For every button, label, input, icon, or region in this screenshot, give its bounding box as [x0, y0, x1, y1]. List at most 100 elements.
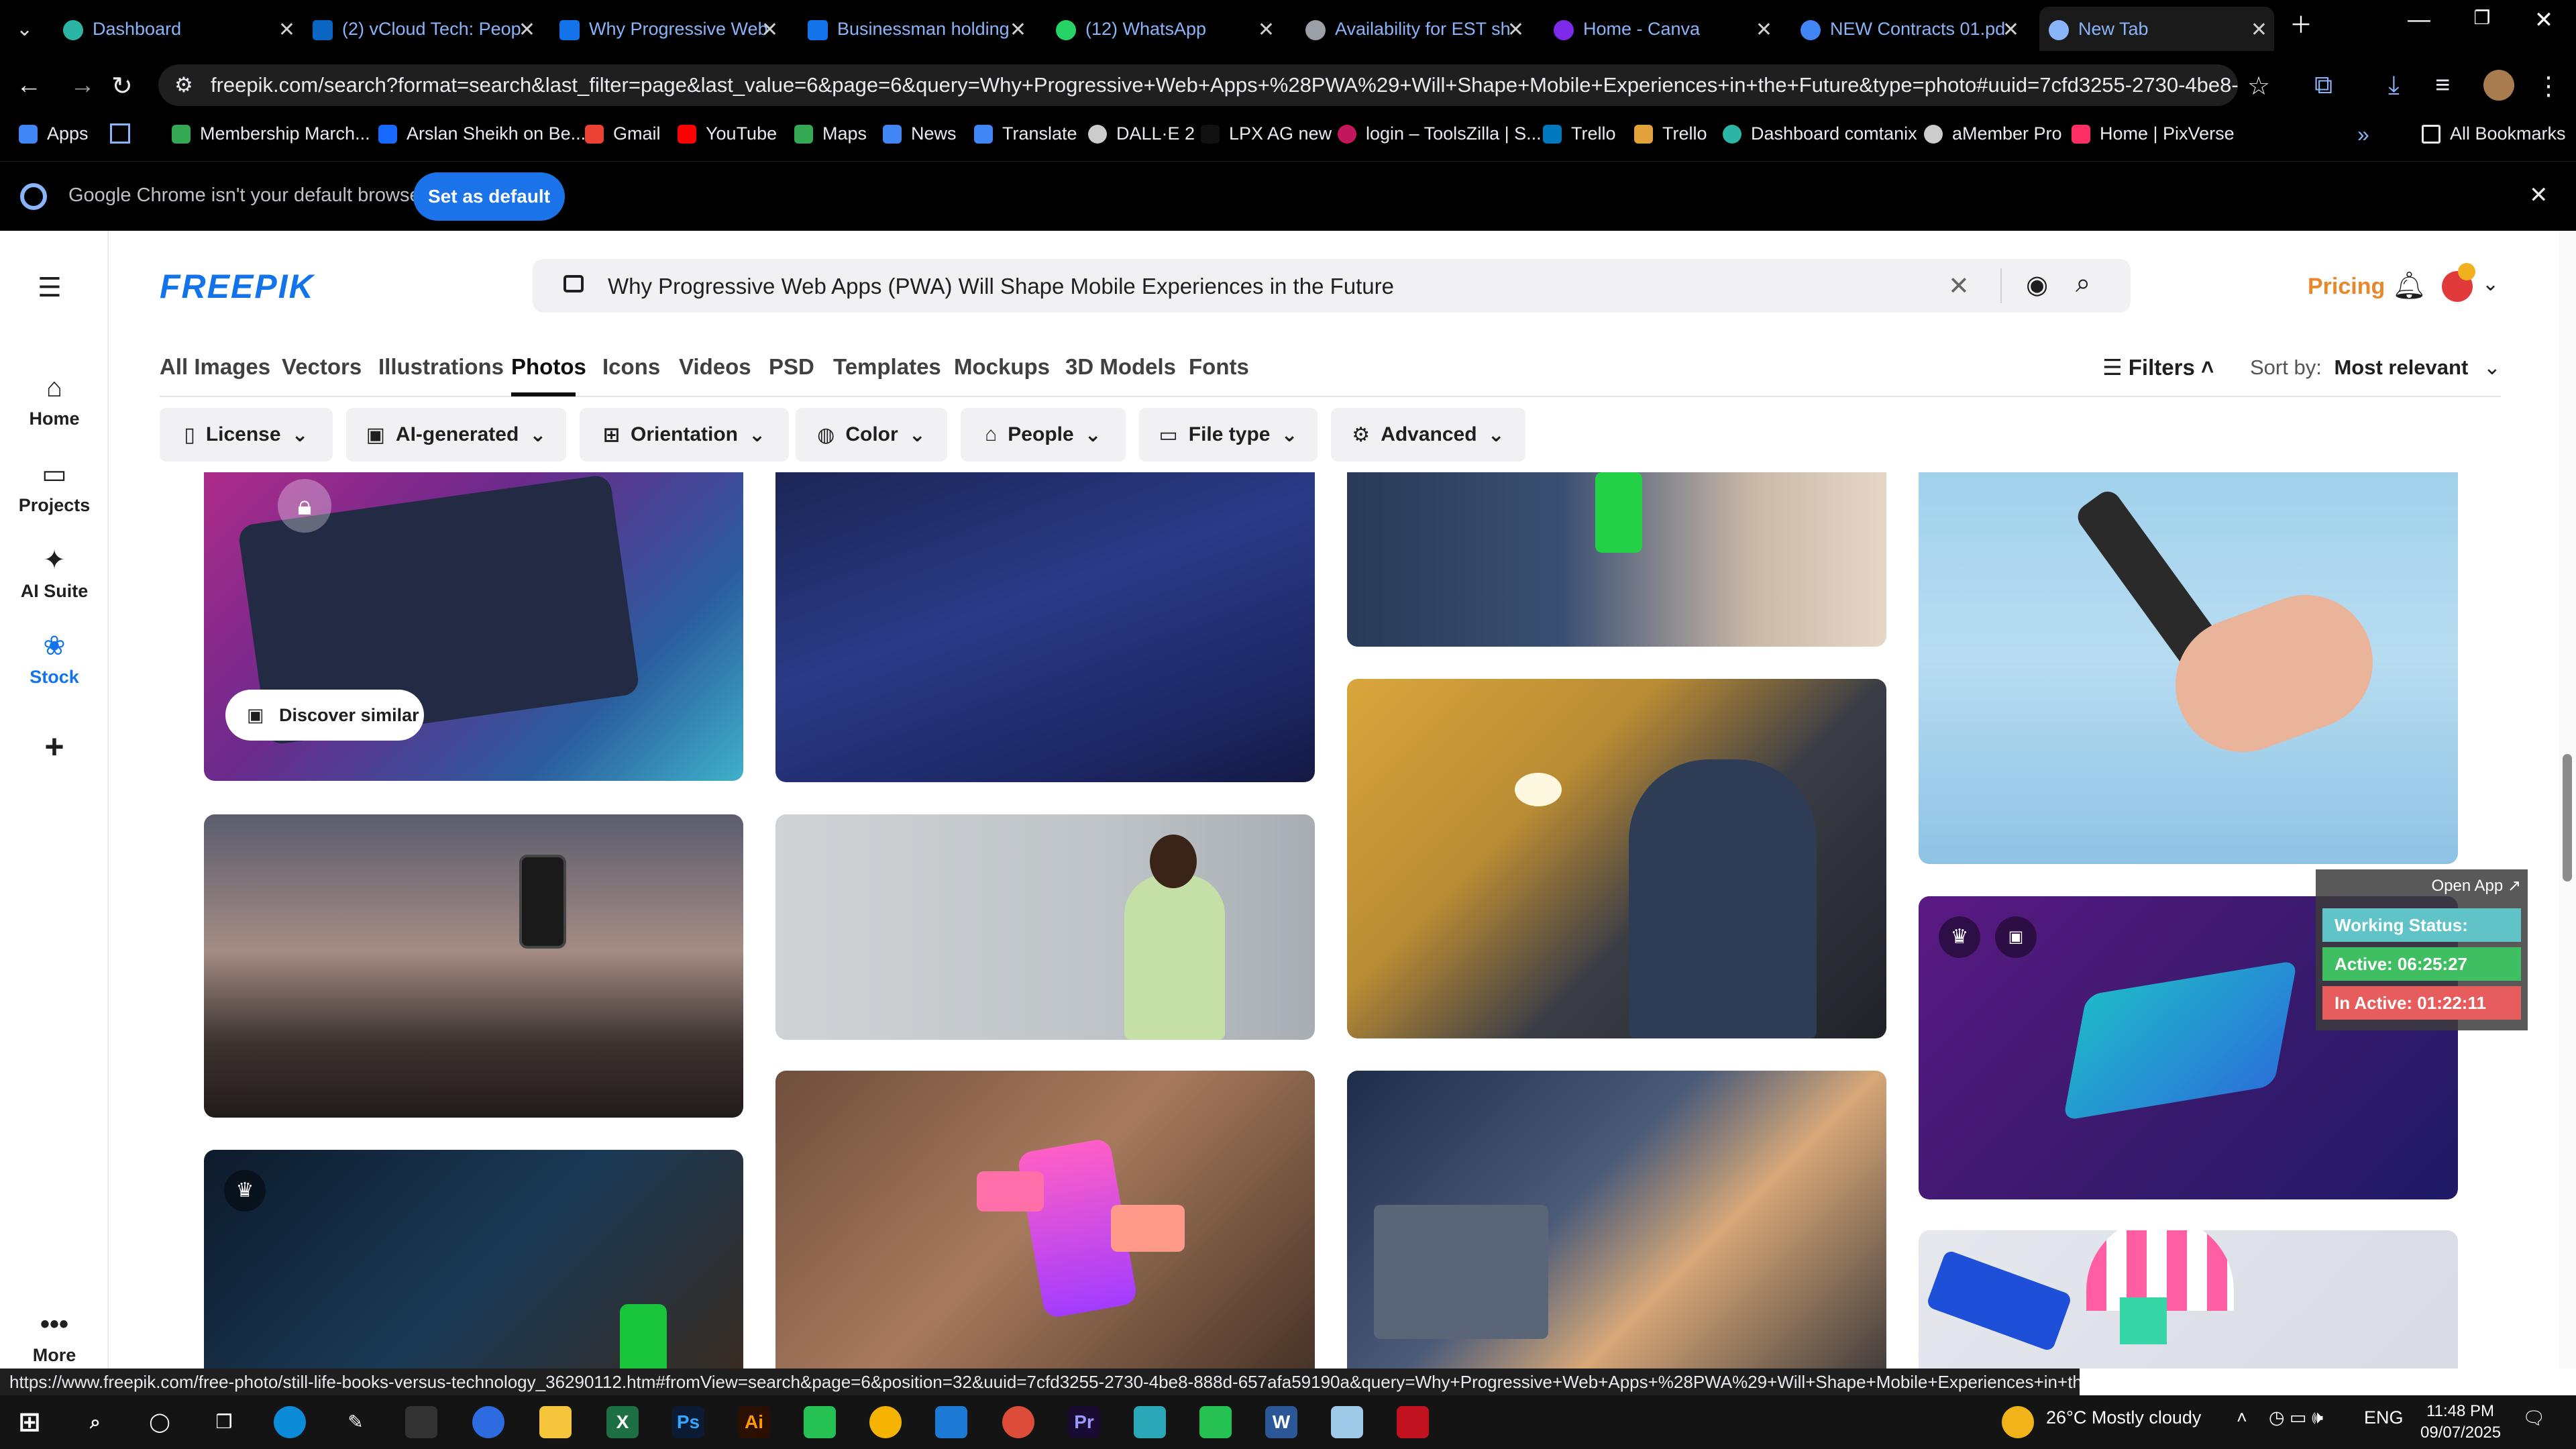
file-explorer-icon[interactable] — [539, 1406, 572, 1438]
chrome-active-icon[interactable] — [1002, 1406, 1034, 1438]
discover-similar-button[interactable]: ▣ Discover similar — [225, 690, 424, 741]
close-tab-icon[interactable]: ✕ — [1010, 18, 1026, 42]
rail-more[interactable]: ••• More — [0, 1309, 109, 1366]
vscode-icon[interactable] — [935, 1406, 967, 1438]
acrobat-icon[interactable] — [1397, 1406, 1429, 1438]
bookmark-item[interactable]: Translate — [974, 123, 1077, 144]
close-tab-icon[interactable]: ✕ — [278, 18, 295, 42]
profile-avatar[interactable] — [2483, 70, 2514, 101]
account-chevron-icon[interactable]: ⌄ — [2482, 272, 2499, 296]
filter-file-type[interactable]: ▭ File type ⌄ — [1139, 408, 1318, 462]
app-icon[interactable] — [1134, 1406, 1166, 1438]
task-view-icon[interactable]: ❒ — [208, 1406, 240, 1438]
freepik-logo[interactable]: FREEPIK — [160, 267, 315, 306]
tab-vectors[interactable]: Vectors — [282, 354, 362, 380]
grid-icon[interactable] — [110, 123, 130, 144]
tab-psd[interactable]: PSD — [769, 354, 814, 380]
notifications-bell-icon[interactable]: 🔔︎ — [2392, 270, 2426, 301]
close-tab-icon[interactable]: ✕ — [2251, 18, 2267, 42]
pricing-link[interactable]: Pricing — [2308, 274, 2385, 300]
result-image[interactable] — [1347, 1071, 1886, 1368]
app-icon[interactable] — [804, 1406, 836, 1438]
bookmark-item[interactable]: Gmail — [585, 123, 661, 144]
word-icon[interactable]: W — [1265, 1406, 1297, 1438]
close-tab-icon[interactable]: ✕ — [761, 18, 778, 42]
browser-tab[interactable]: Availability for EST sh ✕ — [1296, 7, 1531, 51]
all-bookmarks[interactable]: All Bookmarks — [2422, 123, 2566, 144]
bookmark-item[interactable]: login – ToolsZilla | S... — [1338, 123, 1542, 144]
weather-text[interactable]: 26°C Mostly cloudy — [2046, 1407, 2201, 1428]
extensions-icon[interactable]: ⧉ — [2314, 71, 2332, 100]
bookmark-item[interactable]: aMember Pro — [1924, 123, 2062, 144]
filter-license[interactable]: ▯ License ⌄ — [160, 408, 333, 462]
browser-tab-active[interactable]: New Tab ✕ — [2039, 7, 2274, 51]
edge-icon[interactable] — [274, 1406, 306, 1438]
tab-search-icon[interactable]: ⌄ — [16, 17, 33, 41]
open-app-link[interactable]: Open App ↗ — [2431, 876, 2521, 896]
clear-search-icon[interactable]: ✕ — [1948, 271, 1970, 301]
result-image[interactable] — [204, 814, 743, 1118]
result-image[interactable] — [775, 472, 1315, 782]
bookmark-item[interactable]: YouTube — [678, 123, 777, 144]
app-icon[interactable] — [472, 1406, 504, 1438]
bookmark-item[interactable]: Home | PixVerse — [2072, 123, 2235, 144]
chrome-icon[interactable] — [869, 1406, 902, 1438]
browser-tab[interactable]: Dashboard ✕ — [54, 7, 302, 51]
premiere-icon[interactable]: Pr — [1068, 1406, 1100, 1438]
bookmark-item[interactable]: Maps — [794, 123, 867, 144]
tab-photos[interactable]: Photos — [511, 354, 586, 380]
filter-ai-generated[interactable]: ▣ AI-generated ⌄ — [346, 408, 566, 462]
page-scrollbar[interactable] — [2559, 231, 2576, 1368]
result-image[interactable] — [1347, 472, 1886, 647]
more-bookmarks-icon[interactable]: » — [2357, 122, 2369, 147]
bookmark-item[interactable]: Membership March... — [172, 123, 370, 144]
photoshop-icon[interactable]: Ps — [672, 1406, 704, 1438]
media-icon[interactable]: ≡ — [2435, 71, 2450, 100]
bookmark-item[interactable]: LPX AG new — [1201, 123, 1332, 144]
weather-icon[interactable] — [2002, 1406, 2034, 1438]
browser-tab[interactable]: (2) vCloud Tech: Peop ✕ — [303, 7, 542, 51]
sort-dropdown[interactable]: Sort by: Most relevant ⌄ — [2250, 356, 2501, 380]
new-tab-button[interactable]: ＋ — [2274, 7, 2328, 40]
result-image[interactable]: ♛ — [204, 1150, 743, 1368]
tab-icons[interactable]: Icons — [602, 354, 660, 380]
close-tab-icon[interactable]: ✕ — [1258, 18, 1275, 42]
browser-tab[interactable]: Home - Canva ✕ — [1544, 7, 1779, 51]
tab-all-images[interactable]: All Images — [160, 354, 270, 380]
rail-ai-suite[interactable]: ✦ AI Suite — [0, 545, 109, 602]
close-window-button[interactable]: ✕ — [2517, 7, 2571, 34]
site-info-icon[interactable]: ⚙ — [174, 64, 193, 106]
bookmark-item[interactable]: Apps — [19, 123, 89, 144]
close-banner-icon[interactable]: ✕ — [2529, 182, 2548, 209]
tray-app-icons[interactable]: ◷ ▭ 🕪︎ — [2269, 1407, 2323, 1429]
filter-people[interactable]: ⌂ People ⌄ — [961, 408, 1126, 462]
close-tab-icon[interactable]: ✕ — [1756, 18, 1772, 42]
hamburger-menu-icon[interactable]: ☰ — [38, 272, 62, 303]
rail-stock[interactable]: ❀ Stock — [0, 631, 109, 688]
filter-color[interactable]: ◍ Color ⌄ — [796, 408, 947, 462]
browser-tab[interactable]: Why Progressive Web ✕ — [550, 7, 785, 51]
back-icon[interactable]: ← — [16, 71, 42, 100]
download-icon[interactable]: ⤓ — [2388, 71, 2400, 100]
search-bar[interactable]: Why Progressive Web Apps (PWA) Will Shap… — [533, 259, 2131, 313]
tab-illustrations[interactable]: Illustrations — [378, 354, 504, 380]
forward-icon[interactable]: → — [70, 71, 95, 100]
result-image[interactable] — [1919, 1230, 2458, 1368]
rail-add[interactable]: + — [0, 727, 109, 771]
reload-icon[interactable]: ↻ — [111, 71, 133, 101]
restore-button[interactable]: ❐ — [2455, 7, 2509, 29]
tab-videos[interactable]: Videos — [679, 354, 751, 380]
close-tab-icon[interactable]: ✕ — [2002, 18, 2019, 42]
result-image[interactable] — [1347, 679, 1886, 1038]
app-icon[interactable] — [1199, 1406, 1232, 1438]
set-default-button[interactable]: Set as default — [413, 172, 565, 221]
search-icon[interactable]: ⌕ — [2076, 268, 2090, 299]
tab-fonts[interactable]: Fonts — [1189, 354, 1249, 380]
camera-search-icon[interactable]: ◉ — [2026, 270, 2048, 300]
app-icon[interactable] — [1331, 1406, 1363, 1438]
tray-chevron-icon[interactable]: ˄ — [2237, 1407, 2247, 1428]
browser-tab[interactable]: (12) WhatsApp ✕ — [1046, 7, 1281, 51]
search-icon[interactable]: ⌕ — [79, 1406, 111, 1438]
result-image[interactable] — [1919, 472, 2458, 864]
windows-start-icon[interactable]: ⊞ — [13, 1406, 46, 1438]
